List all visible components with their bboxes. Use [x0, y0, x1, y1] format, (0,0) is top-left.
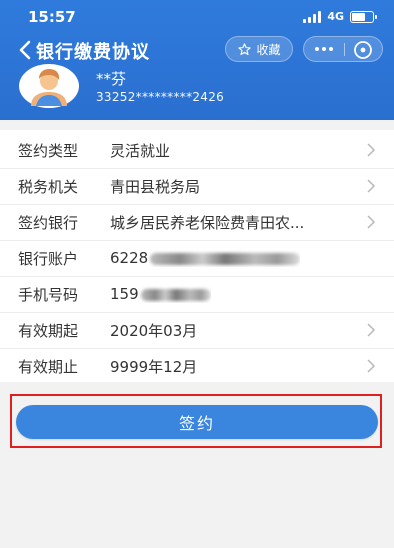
- capsule-divider: [344, 43, 345, 56]
- row-value: 9999年12月: [110, 357, 198, 376]
- row-sign-bank[interactable]: 签约银行 城乡居民养老保险费青田农...: [0, 204, 394, 240]
- agreement-info-list: 签约类型 灵活就业 税务机关 青田县税务局 签约银行 城乡居民养老保险费青田农.…: [0, 130, 394, 382]
- favorite-button[interactable]: 收藏: [225, 36, 293, 62]
- row-value: 灵活就业: [110, 141, 171, 160]
- row-tax-authority[interactable]: 税务机关 青田县税务局: [0, 168, 394, 204]
- chevron-right-icon: [367, 143, 376, 157]
- page-title: 银行缴费协议: [36, 42, 150, 63]
- row-label: 银行账户: [18, 249, 79, 268]
- chevron-right-icon: [367, 215, 376, 229]
- row-valid-from[interactable]: 有效期起 2020年03月: [0, 312, 394, 348]
- favorite-label: 收藏: [256, 42, 281, 57]
- close-circle-icon[interactable]: [352, 39, 374, 61]
- row-phone-number[interactable]: 手机号码 159: [0, 276, 394, 312]
- row-label: 税务机关: [18, 177, 79, 196]
- row-value: 2020年03月: [110, 321, 198, 340]
- user-name: **芬: [96, 70, 127, 88]
- row-value-container: 6228: [110, 249, 301, 267]
- user-id-number: 33252*********2426: [96, 90, 225, 104]
- chevron-right-icon: [367, 179, 376, 193]
- status-time: 15:57: [28, 8, 76, 26]
- status-bar: 15:57 4G: [0, 0, 394, 32]
- row-value: 6228: [110, 249, 149, 267]
- row-label: 有效期起: [18, 321, 79, 340]
- row-label: 有效期止: [18, 357, 79, 376]
- user-avatar-icon: [19, 64, 79, 108]
- battery-icon: [350, 10, 377, 23]
- row-value: 城乡居民养老保险费青田农...: [110, 213, 305, 232]
- back-icon[interactable]: [16, 38, 36, 62]
- more-dots-icon[interactable]: [304, 37, 344, 61]
- chevron-right-icon: [367, 359, 376, 373]
- row-label: 手机号码: [18, 285, 79, 304]
- mini-program-capsule: [303, 36, 383, 62]
- row-sign-type[interactable]: 签约类型 灵活就业: [0, 132, 394, 168]
- row-label: 签约类型: [18, 141, 79, 160]
- sign-button[interactable]: 签约: [16, 405, 378, 439]
- row-value: 159: [110, 285, 139, 303]
- chevron-right-icon: [367, 323, 376, 337]
- row-value: 青田县税务局: [110, 177, 201, 196]
- app-header: 15:57 4G 银行缴费协议 收藏 **芬 33252*********242…: [0, 0, 394, 120]
- nav-bar: 银行缴费协议 收藏: [0, 36, 394, 64]
- network-type: 4G: [327, 10, 344, 23]
- signal-icon: [303, 10, 322, 23]
- status-indicators: 4G: [303, 10, 377, 23]
- redacted-blur: [150, 252, 301, 265]
- row-bank-account[interactable]: 银行账户 6228: [0, 240, 394, 276]
- star-icon: [238, 42, 252, 55]
- row-label: 签约银行: [18, 213, 79, 232]
- row-value-container: 159: [110, 285, 211, 303]
- redacted-blur: [140, 288, 211, 301]
- row-valid-until[interactable]: 有效期止 9999年12月: [0, 348, 394, 384]
